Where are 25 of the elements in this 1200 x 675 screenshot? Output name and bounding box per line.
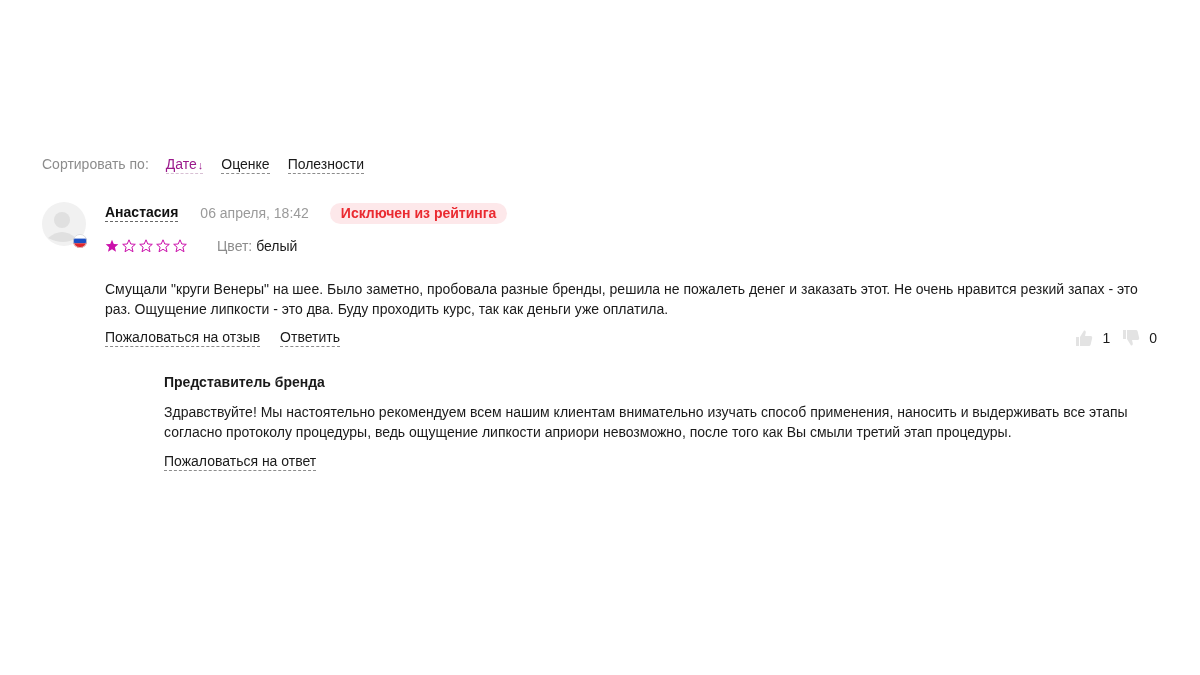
empty-star-icon [173, 239, 187, 253]
reply-text: Здравствуйте! Мы настоятельно рекомендуем всем нашим клиентам внимательно изучать способ применения, наносить и выдерживать все этапы согласно протоколу процедуры, ведь ощущение липкости априори невозможно, после того как Вы смыли третий этап процедуры. [164, 403, 1129, 442]
thumbs-down-icon [1122, 329, 1141, 347]
sort-option[interactable]: Дате↓ [165, 156, 204, 174]
review-text: Смущали "круги Венеры" на шее. Было заметно, пробовала разные бренды, решила не пожалеть денег и заказать этот. Не очень нравится резкий запах - это раз. Ощущение липкости - это два. Буду проходить курс, так как деньги уже оплатила. [105, 280, 1139, 319]
review-action-link[interactable]: Пожаловаться на отзыв [105, 329, 261, 347]
dislike-button[interactable]: 0 [1122, 329, 1157, 347]
like-button[interactable]: 1 [1075, 329, 1111, 347]
avatar-silhouette-icon [42, 202, 86, 246]
empty-star-icon [122, 239, 136, 253]
sort-option[interactable]: Полезности [287, 156, 364, 174]
review-date: 06 апреля, 18:42 [200, 205, 309, 221]
color-attribute: Цвет: белый [217, 238, 298, 254]
flag-icon [73, 234, 87, 248]
reply-title: Представитель бренда [164, 374, 326, 390]
empty-star-icon [139, 239, 153, 253]
excluded-badge: Исключен из рейтинга [329, 202, 508, 224]
empty-star-icon [156, 239, 170, 253]
review-action-link[interactable]: Ответить [280, 329, 340, 347]
reply-action-link[interactable]: Пожаловаться на ответ [164, 453, 317, 471]
author-name-link[interactable]: Анастасия [105, 204, 179, 222]
thumbs-up-icon [1075, 329, 1094, 347]
sort-option[interactable]: Оценке [221, 156, 270, 174]
sort-label: Сортировать по: [42, 156, 149, 172]
filled-star-icon [105, 239, 119, 253]
